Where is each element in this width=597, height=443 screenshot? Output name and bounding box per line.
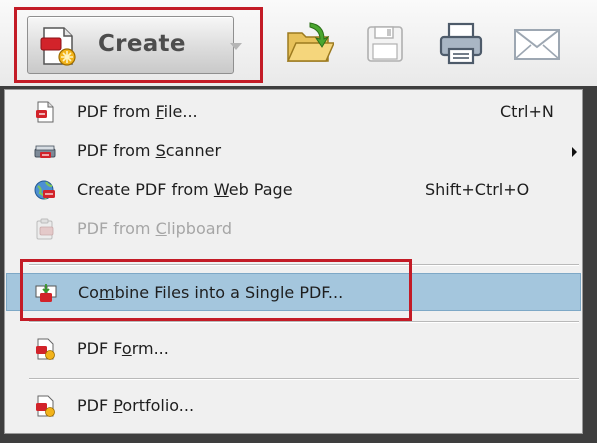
menu-item-shortcut: Ctrl+N (500, 102, 554, 121)
menu-item-pdf-from-scanner[interactable]: PDF from Scanner (6, 132, 581, 170)
menu-item-label: PDF from Scanner (77, 141, 222, 160)
create-button-label: Create (98, 31, 186, 57)
menu-separator (29, 264, 579, 266)
menu-item-label: Create PDF from Web Page (77, 180, 293, 199)
menu-item-pdf-from-file[interactable]: PDF from File... Ctrl+N (6, 93, 581, 131)
pdf-portfolio-icon (36, 395, 55, 417)
create-button[interactable]: Create (27, 16, 242, 74)
open-folder-icon[interactable] (284, 19, 334, 69)
save-icon[interactable] (360, 19, 410, 69)
email-icon[interactable] (512, 19, 562, 69)
create-dropdown-menu: PDF from File... Ctrl+N PDF from Scanner… (4, 89, 583, 434)
menu-item-pdf-form[interactable]: PDF Form... (6, 330, 581, 368)
menu-separator (29, 321, 579, 323)
create-pdf-icon (40, 27, 76, 66)
menu-item-label: PDF from Clipboard (77, 219, 232, 238)
print-icon[interactable] (436, 19, 486, 69)
pdf-from-file-icon (36, 101, 54, 123)
menu-item-label: PDF from File... (77, 102, 198, 121)
submenu-arrow-icon (572, 147, 577, 157)
menu-item-label: Combine Files into a Single PDF... (78, 283, 344, 302)
menu-item-shortcut: Shift+Ctrl+O (425, 180, 530, 199)
clipboard-icon (36, 218, 54, 240)
menu-item-pdf-portfolio[interactable]: PDF Portfolio... (6, 387, 581, 425)
combine-files-icon (35, 284, 57, 302)
menu-item-create-pdf-from-web-page[interactable]: Create PDF from Web Page Shift+Ctrl+O (6, 171, 581, 209)
pdf-form-icon (36, 338, 55, 360)
menu-item-label: PDF Portfolio... (77, 396, 195, 415)
menu-item-label: PDF Form... (77, 339, 169, 358)
toolbar: Create (0, 0, 597, 86)
chevron-down-icon (230, 43, 242, 50)
menu-separator (29, 378, 579, 380)
menu-item-pdf-from-clipboard: PDF from Clipboard (6, 210, 581, 248)
menu-item-combine-files[interactable]: Combine Files into a Single PDF... (6, 273, 581, 311)
web-page-icon (34, 180, 55, 200)
scanner-icon (34, 145, 56, 158)
